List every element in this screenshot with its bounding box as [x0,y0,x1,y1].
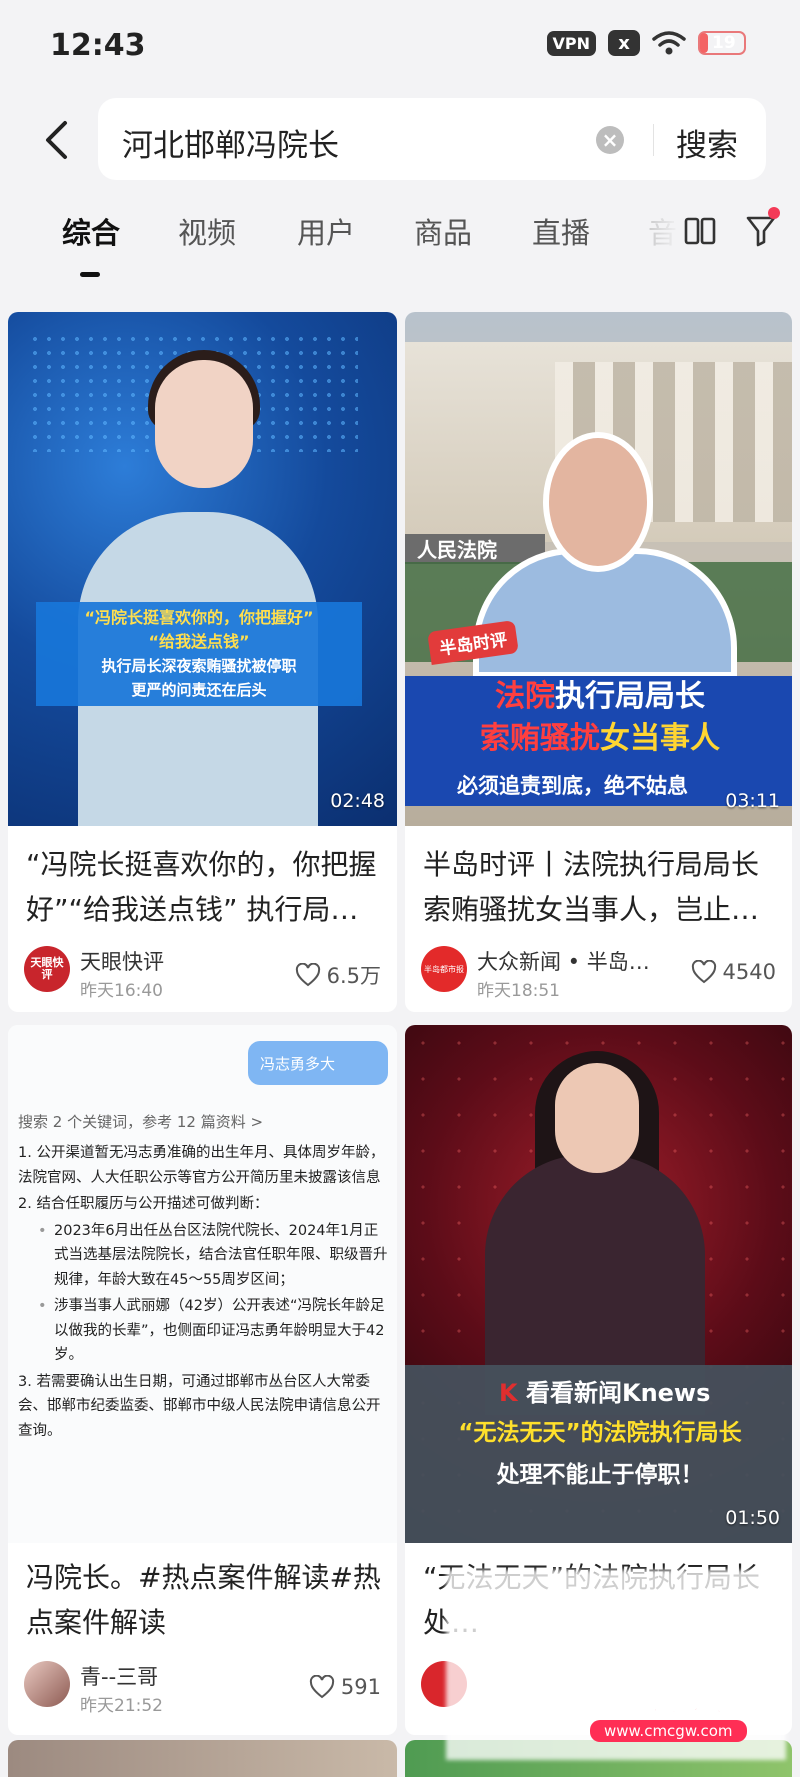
anchor-face [155,360,253,488]
heart-icon [691,960,716,984]
commentator-face [543,432,653,572]
author-name[interactable]: 天眼快评 [80,946,164,976]
active-tab-indicator [80,272,100,277]
tab-comprehensive[interactable]: 综合 [62,210,120,252]
video-thumbnail[interactable]: 人民法院 半岛时评 法院执行局局长 索贿骚扰女当事人 必须追责到底，绝不姑息 0… [405,312,792,826]
headline-red: 索贿骚扰 [480,721,600,756]
video-thumbnail[interactable]: K 看看新闻Knews “无法无天”的法院执行局长 处理不能止于停职！ 01:5… [405,1025,792,1543]
headline-text: 执行局局长 [555,679,705,714]
logo-text: 看看新闻Knews [525,1379,711,1407]
caption-line: 更严的问责还在后头 [131,681,267,699]
caption-line: 执行局长深夜索贿骚扰被停职 [101,657,297,675]
like-button[interactable]: 591 [309,1675,381,1699]
image-thumbnail[interactable]: 冯志勇多大 搜索 2 个关键词，参考 12 篇资料 > 1. 公开渠道暂无冯志勇… [8,1025,397,1543]
chevron-left-icon [46,121,67,159]
result-card[interactable]: “冯院长挺喜欢你的，你把握好” “给我送点钱” 执行局长深夜索贿骚扰被停职 更严… [8,312,397,1012]
clock: 12:43 [50,28,146,63]
knews-logo: K 看看新闻Knews [499,1373,710,1408]
tab-live[interactable]: 直播 [532,210,590,252]
video-thumbnail[interactable]: “冯院长挺喜欢你的，你把握好” “给我送点钱” 执行局长深夜索贿骚扰被停职 更严… [8,312,397,826]
answer-item: 3. 若需要确认出生日期，可通过邯郸市丛台区人大常委会、邯郸市纪委监委、邯郸市中… [18,1373,381,1439]
battery-level [700,33,709,53]
status-bar: 12:43 VPN x 19 [0,0,800,92]
watermark-url: www.cmcgw.com [590,1720,747,1742]
author-avatar[interactable]: 天眼快评 [24,946,70,992]
post-time: 昨天21:52 [80,1696,163,1716]
thumb-headline: 法院执行局局长 索贿骚扰女当事人 [405,676,792,762]
like-count: 6.5万 [326,964,381,988]
logo-mark: K [499,1379,518,1407]
caption-line: “给我送点钱” [148,632,250,651]
grid-layout-icon[interactable] [684,216,716,246]
caption-line: 处理不能止于停职！ [496,1462,704,1488]
heart-icon [295,963,320,987]
answer-subitem: 涉事当事人武丽娜（42岁）公开表述“冯院长年龄足以做我的长辈”，也侧面印证冯志勇… [18,1294,388,1368]
author-name[interactable]: 青--三哥 [80,1661,158,1691]
search-input[interactable]: 河北邯郸冯院长 [122,120,339,165]
like-button[interactable]: 4540 [691,960,776,984]
post-time: 昨天16:40 [80,981,163,1001]
video-duration: 01:50 [725,1507,780,1529]
post-time: 昨天18:51 [477,981,560,1001]
tab-video[interactable]: 视频 [178,210,236,252]
tab-products[interactable]: 商品 [414,210,472,252]
wifi-icon [652,31,686,55]
result-card[interactable]: 冯志勇多大 搜索 2 个关键词，参考 12 篇资料 > 1. 公开渠道暂无冯志勇… [8,1025,397,1735]
answer-item: 1. 公开渠道暂无冯志勇准确的出生年月、具体周岁年龄，法院官网、人大任职公示等官… [18,1145,385,1186]
back-button[interactable] [36,116,76,164]
caption-line: “无法无天”的法院执行局长 [458,1420,742,1446]
headline-red: 法院 [495,679,555,714]
author-avatar[interactable] [24,1661,70,1707]
answer-text: 1. 公开渠道暂无冯志勇准确的出生年月、具体周岁年龄，法院官网、人大任职公示等官… [18,1141,388,1445]
answer-item: 2. 结合任职履历与公开描述可做判断： [18,1196,269,1212]
video-duration: 03:11 [725,790,780,812]
battery-percent: 19 [712,33,736,53]
query-bubble: 冯志勇多大 [248,1041,388,1085]
answer-subitem: 2023年6月出任丛台区法院代院长、2024年1月正式当选基层法院院长，结合法官… [18,1219,388,1293]
vpn-icon: VPN [546,30,596,56]
status-icons: VPN x 19 [546,30,746,56]
card-title[interactable]: 半岛时评丨法院执行局局长索贿骚扰女当事人，岂止… [423,842,783,932]
caption-line: “冯院长挺喜欢你的，你把握好” [84,608,314,627]
x-app-icon: x [608,30,640,56]
headline-text: 女当事人 [600,721,720,756]
thumb-caption: “冯院长挺喜欢你的，你把握好” “给我送点钱” 执行局长深夜索贿骚扰被停职 更严… [36,602,362,706]
tab-users[interactable]: 用户 [297,210,355,252]
author-avatar[interactable]: 半岛都市报 [421,946,467,992]
search-button[interactable]: 搜索 [676,120,738,165]
card-title[interactable]: 冯院长。#热点案件解读#热点案件解读 [26,1555,386,1645]
clear-search-icon[interactable]: × [596,126,624,154]
like-button[interactable]: 6.5万 [295,960,381,990]
result-card[interactable]: 人民法院 半岛时评 法院执行局局长 索贿骚扰女当事人 必须追责到底，绝不姑息 0… [405,312,792,1012]
divider [653,124,654,156]
tab-fade [640,210,680,256]
site-watermark: 草莓吃瓜网 [547,1671,768,1723]
search-summary: 搜索 2 个关键词，参考 12 篇资料 > [18,1113,264,1131]
author-name[interactable]: 大众新闻 • 半岛… [477,946,650,976]
battery-icon: 19 [698,31,746,55]
like-count: 4540 [722,960,776,984]
heart-icon [309,1675,335,1699]
next-card-peek[interactable] [8,1740,397,1777]
filter-badge-dot [768,207,780,219]
video-duration: 02:48 [330,790,385,812]
card-title[interactable]: “冯院长挺喜欢你的，你把握好”“给我送点钱” 执行局… [26,842,386,932]
search-box[interactable]: 河北邯郸冯院长 × 搜索 [98,98,766,180]
like-count: 591 [340,1675,381,1699]
anchor-face [555,1063,639,1173]
result-tabs: 综合 视频 用户 商品 直播 音 [0,210,800,280]
